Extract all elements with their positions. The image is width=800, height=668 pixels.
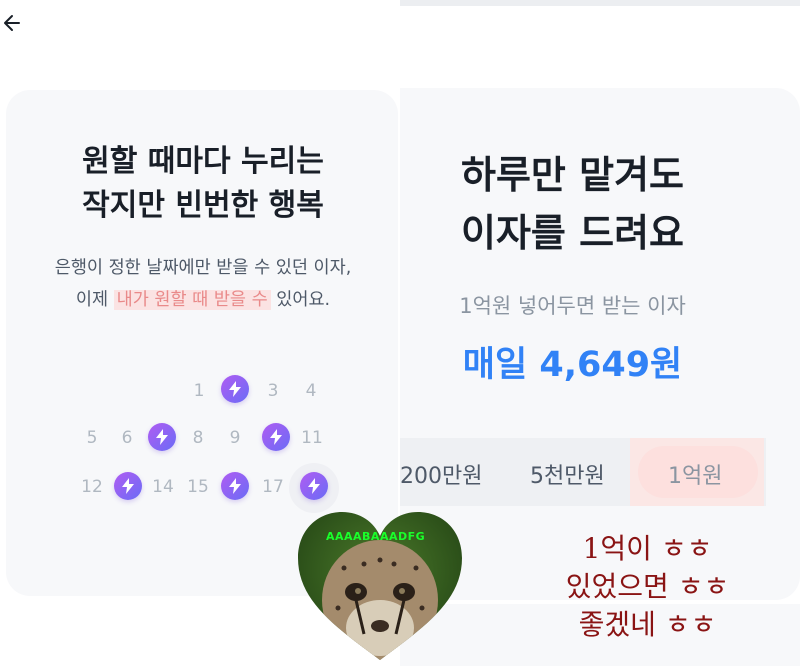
lightning-icon <box>262 423 290 451</box>
calendar-day: 17 <box>262 477 284 497</box>
calendar-day: 5 <box>86 428 98 448</box>
right-title: 하루만 맡겨도 이자를 드려요 <box>400 146 745 262</box>
option-2m[interactable]: 200만원 <box>400 458 482 490</box>
option-100m[interactable]: 1억원 <box>668 458 722 490</box>
interest-description: 1억원 넣어두면 받는 이자 <box>459 294 686 318</box>
lightning-icon <box>300 472 328 500</box>
calendar-day: 8 <box>192 428 204 448</box>
calendar-day: 14 <box>152 477 174 497</box>
watermark-text: AAAABAAADFG <box>326 530 426 543</box>
meme-caption: 1억이 ㅎㅎ 있었으면 ㅎㅎ 좋겠네 ㅎㅎ <box>545 530 750 644</box>
lightning-icon <box>221 375 249 403</box>
calendar-day: 6 <box>121 428 133 448</box>
caption-line1: 1억이 ㅎㅎ <box>582 532 713 565</box>
right-title-line1: 하루만 맡겨도 <box>461 153 684 197</box>
calendar-day: 4 <box>305 381 317 401</box>
calendar-day: 12 <box>81 477 103 497</box>
calendar-day: 11 <box>301 428 323 448</box>
option-50m[interactable]: 5천만원 <box>530 458 605 490</box>
calendar-day: 1 <box>193 381 205 401</box>
calendar-day: 3 <box>267 381 279 401</box>
caption-line2: 있었으면 ㅎㅎ <box>565 570 730 603</box>
daily-interest-amount: 매일 4,649원 <box>462 345 683 385</box>
lightning-icon <box>114 472 142 500</box>
top-strip <box>400 0 800 6</box>
lightning-icon <box>148 423 176 451</box>
lightning-icon <box>221 472 249 500</box>
right-title-line2: 이자를 드려요 <box>461 211 684 255</box>
caption-line3: 좋겠네 ㅎㅎ <box>578 608 717 641</box>
calendar-day: 9 <box>229 428 241 448</box>
calendar-day: 15 <box>187 477 209 497</box>
